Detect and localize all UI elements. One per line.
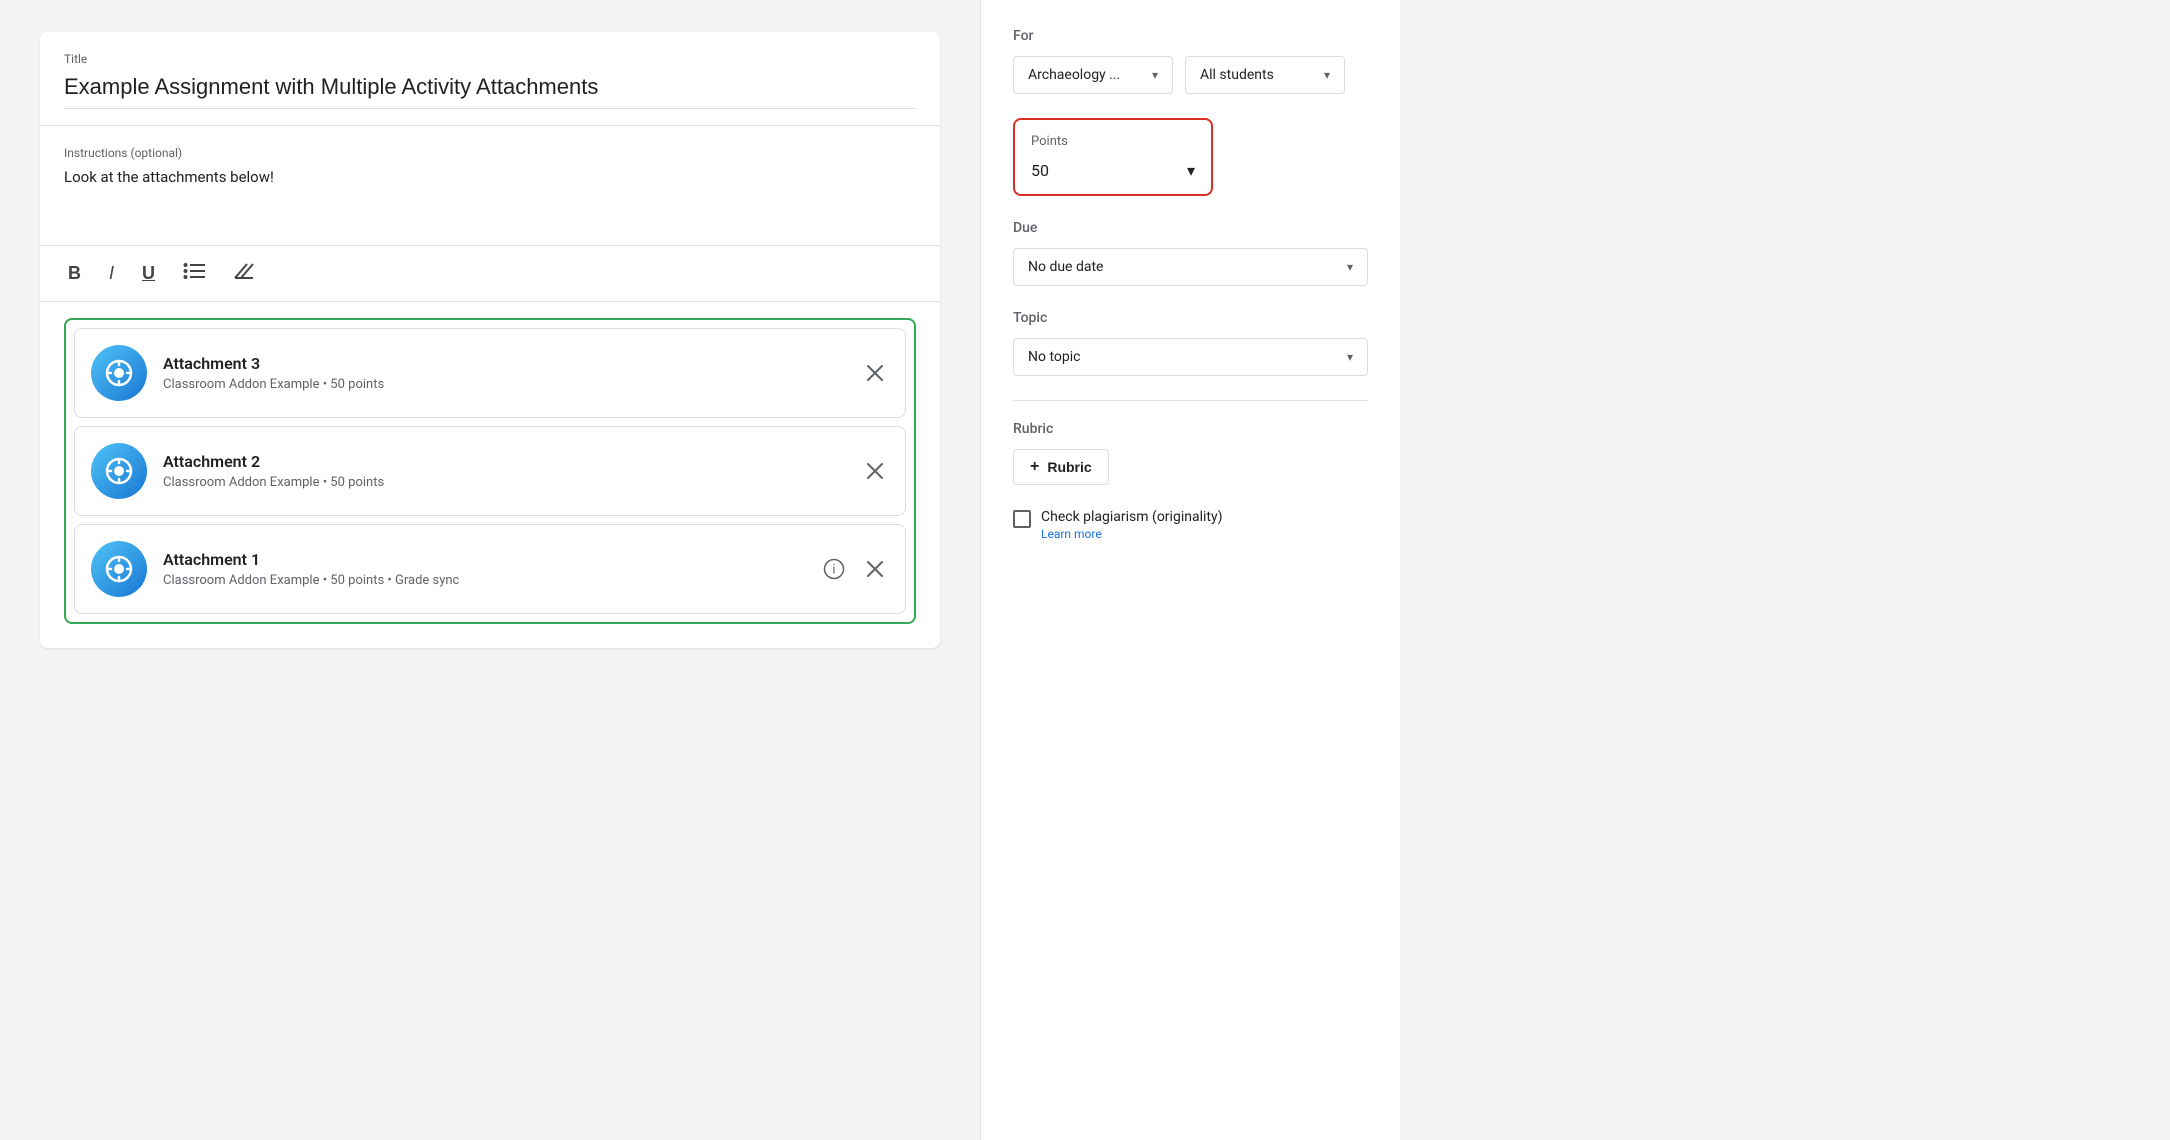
- rubric-plus-icon: +: [1030, 458, 1039, 476]
- svg-text:i: i: [833, 562, 836, 577]
- attachment-1-info: Attachment 1 Classroom Addon Example • 5…: [163, 550, 803, 588]
- rubric-button[interactable]: + Rubric: [1013, 449, 1109, 485]
- clear-format-button[interactable]: [229, 258, 259, 289]
- course-dropdown-chevron: ▾: [1152, 68, 1158, 82]
- attachment-item: Attachment 2 Classroom Addon Example • 5…: [74, 426, 906, 516]
- attachment-1-title: Attachment 1: [163, 550, 803, 569]
- attachment-2-icon: [91, 443, 147, 499]
- points-box: Points 50 ▾: [1013, 118, 1213, 196]
- students-dropdown-chevron: ▾: [1324, 68, 1330, 82]
- points-value: 50: [1031, 161, 1049, 180]
- rubric-section: Rubric + Rubric: [1013, 421, 1368, 485]
- attachment-3-actions: [861, 359, 889, 387]
- attachment-2-title: Attachment 2: [163, 452, 845, 471]
- attachments-section: Attachment 3 Classroom Addon Example • 5…: [40, 302, 940, 648]
- attachment-3-remove-button[interactable]: [861, 359, 889, 387]
- students-dropdown[interactable]: All students ▾: [1185, 56, 1345, 94]
- title-input[interactable]: [64, 70, 916, 104]
- attachment-3-title: Attachment 3: [163, 354, 845, 373]
- attachment-2-remove-button[interactable]: [861, 457, 889, 485]
- italic-button[interactable]: I: [105, 259, 118, 288]
- attachment-1-info-button[interactable]: i: [819, 554, 849, 584]
- divider: [1013, 400, 1368, 401]
- instructions-section: Instructions (optional) Look at the atta…: [40, 126, 940, 246]
- rubric-button-label: Rubric: [1047, 459, 1091, 475]
- attachment-1-icon: [91, 541, 147, 597]
- due-label: Due: [1013, 220, 1368, 236]
- instructions-label: Instructions (optional): [64, 146, 916, 160]
- title-label: Title: [64, 52, 916, 66]
- instructions-text[interactable]: Look at the attachments below!: [64, 168, 916, 186]
- list-button[interactable]: [179, 258, 209, 289]
- topic-dropdown-value: No topic: [1028, 349, 1080, 365]
- plagiarism-label: Check plagiarism (originality): [1041, 509, 1222, 525]
- title-section: Title: [40, 32, 940, 126]
- formatting-toolbar: B I U: [40, 246, 940, 302]
- assignment-sidebar: For Archaeology ... ▾ All students ▾ Poi…: [980, 0, 1400, 1140]
- attachment-2-actions: [861, 457, 889, 485]
- course-dropdown[interactable]: Archaeology ... ▾: [1013, 56, 1173, 94]
- plagiarism-info: Check plagiarism (originality) Learn mor…: [1041, 509, 1222, 541]
- attachment-3-subtitle: Classroom Addon Example • 50 points: [163, 377, 845, 392]
- topic-dropdown-chevron: ▾: [1347, 350, 1353, 364]
- due-section: Due No due date ▾: [1013, 220, 1368, 286]
- attachment-2-subtitle: Classroom Addon Example • 50 points: [163, 475, 845, 490]
- attachment-item: Attachment 1 Classroom Addon Example • 5…: [74, 524, 906, 614]
- points-dropdown[interactable]: 50 ▾: [1031, 161, 1195, 180]
- for-section: For Archaeology ... ▾ All students ▾: [1013, 28, 1368, 94]
- attachment-2-info: Attachment 2 Classroom Addon Example • 5…: [163, 452, 845, 490]
- points-section: Points 50 ▾: [1013, 118, 1368, 196]
- for-dropdowns: Archaeology ... ▾ All students ▾: [1013, 56, 1368, 94]
- attachment-3-icon: [91, 345, 147, 401]
- points-label: Points: [1031, 134, 1195, 149]
- attachment-1-remove-button[interactable]: [861, 555, 889, 583]
- attachment-item: Attachment 3 Classroom Addon Example • 5…: [74, 328, 906, 418]
- topic-dropdown[interactable]: No topic ▾: [1013, 338, 1368, 376]
- learn-more-link[interactable]: Learn more: [1041, 527, 1222, 541]
- course-dropdown-value: Archaeology ...: [1028, 67, 1120, 83]
- underline-button[interactable]: U: [138, 259, 159, 288]
- plagiarism-section: Check plagiarism (originality) Learn mor…: [1013, 509, 1368, 541]
- topic-label: Topic: [1013, 310, 1368, 326]
- due-dropdown[interactable]: No due date ▾: [1013, 248, 1368, 286]
- bold-button[interactable]: B: [64, 259, 85, 288]
- rubric-label: Rubric: [1013, 421, 1368, 437]
- plagiarism-checkbox[interactable]: [1013, 510, 1031, 528]
- topic-section: Topic No topic ▾: [1013, 310, 1368, 376]
- attachment-1-subtitle: Classroom Addon Example • 50 points • Gr…: [163, 573, 803, 588]
- attachment-3-info: Attachment 3 Classroom Addon Example • 5…: [163, 354, 845, 392]
- points-chevron: ▾: [1187, 161, 1195, 180]
- attachments-container: Attachment 3 Classroom Addon Example • 5…: [64, 318, 916, 624]
- attachment-1-actions: i: [819, 554, 889, 584]
- title-underline: [64, 108, 916, 109]
- due-dropdown-chevron: ▾: [1347, 260, 1353, 274]
- for-label: For: [1013, 28, 1368, 44]
- due-dropdown-value: No due date: [1028, 259, 1103, 275]
- students-dropdown-value: All students: [1200, 67, 1274, 83]
